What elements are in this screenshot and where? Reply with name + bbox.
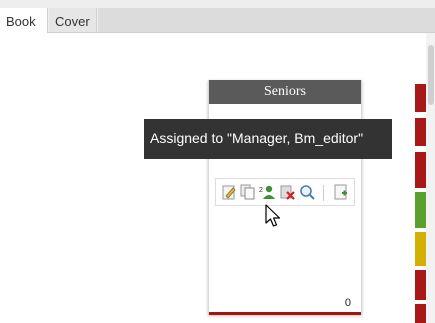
status-strip-segment[interactable] [415, 232, 426, 266]
status-strip-segment[interactable] [415, 192, 426, 228]
page-toolbar: 2 [215, 178, 355, 206]
add-page-icon[interactable] [332, 183, 350, 201]
status-strip-segment[interactable] [415, 84, 426, 112]
status-strip-segment[interactable] [415, 270, 426, 300]
search-icon[interactable] [298, 183, 316, 201]
edit-icon[interactable] [220, 183, 238, 201]
status-strip-segment[interactable] [415, 152, 426, 188]
copy-icon[interactable] [239, 183, 257, 201]
tab-bar: Book Cover [0, 0, 435, 33]
page-count: 0 [344, 297, 351, 309]
toolbar-separator [323, 185, 324, 201]
status-strip-segment[interactable] [415, 118, 426, 146]
tab-book[interactable]: Book [0, 8, 48, 33]
assign-user-icon[interactable]: 2 [258, 183, 276, 201]
svg-text:2: 2 [259, 187, 263, 194]
delete-icon[interactable] [278, 183, 296, 201]
assignment-tooltip: Assigned to "Manager, Bm_editor" [144, 119, 392, 159]
page-card-status-bar [209, 312, 361, 315]
status-strip-segment[interactable] [415, 304, 426, 323]
mouse-pointer-icon [264, 204, 284, 230]
page-card-title: Seniors [209, 80, 361, 104]
scrollbar-thumb[interactable] [428, 45, 434, 105]
tab-cover[interactable]: Cover [49, 8, 97, 32]
tab-bar-filler [98, 8, 435, 32]
